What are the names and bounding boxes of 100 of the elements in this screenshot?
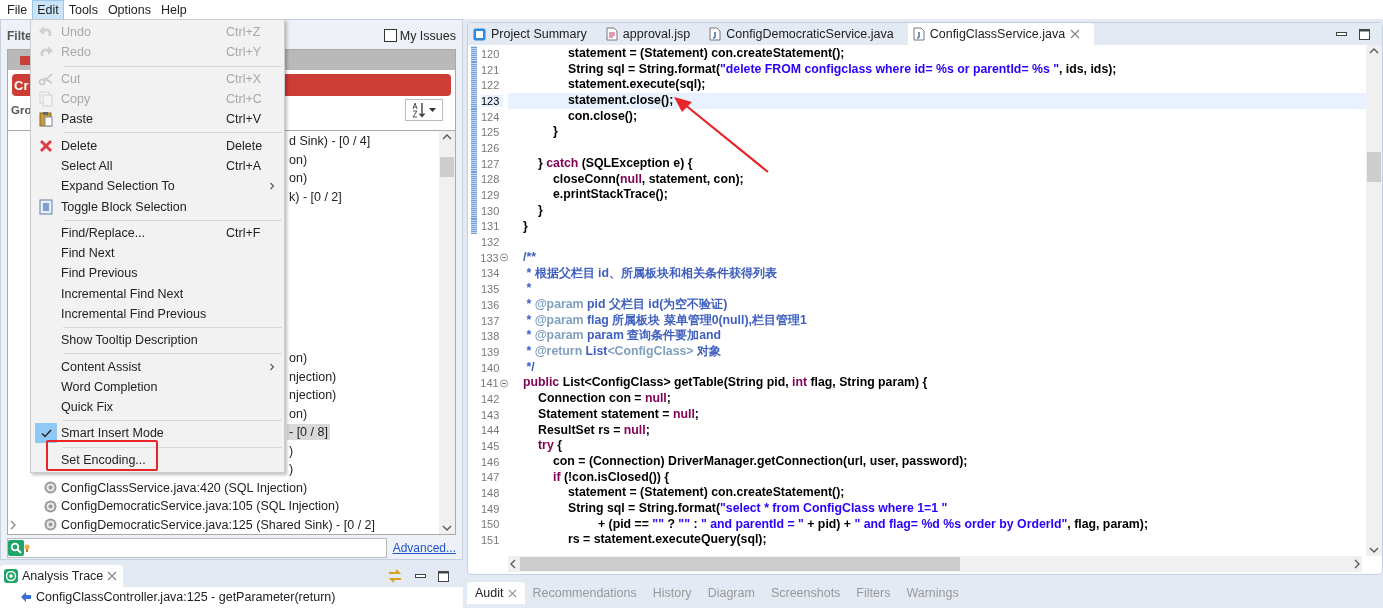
menu-item[interactable]: Show Tooltip Description	[31, 330, 284, 351]
code-line: public List<ConfigClass> getTable(String pid, int flag, String param) {	[523, 375, 929, 392]
line-number: 147	[481, 471, 501, 484]
line-number: 148	[481, 487, 501, 500]
maximize-icon[interactable]	[1359, 28, 1370, 40]
block-selection-icon	[38, 198, 54, 215]
issue-row[interactable]: - [0 / 8]	[287, 424, 330, 441]
line-number: 122	[481, 79, 501, 92]
trace-row[interactable]: ConfigClassController.java:125 - getParameter(return)	[36, 590, 336, 604]
copy-icon	[38, 91, 54, 108]
issue-row[interactable]: njection)	[287, 387, 339, 404]
menu-item[interactable]: Select All Ctrl+A	[31, 155, 284, 177]
java-file-icon	[709, 27, 722, 41]
menu-item[interactable]: Find/Replace... Ctrl+F	[31, 222, 284, 243]
line-number: 141	[480, 377, 500, 390]
issue-row[interactable]: on)	[287, 405, 310, 422]
scrollbar[interactable]	[439, 131, 455, 534]
issue-row[interactable]: on)	[287, 151, 310, 168]
code-line: * 根据父栏目 id、所属板块和相关条件获得列表	[525, 265, 778, 282]
collapse-icon[interactable]	[499, 253, 508, 263]
menu-item[interactable]: Find Next	[31, 242, 284, 264]
line-number: 125	[481, 126, 501, 139]
code-line: String sql = String.format("select * from ConfigClass where 1=1 "	[567, 500, 949, 517]
sort-icon	[412, 102, 426, 118]
scroll-left-icon[interactable]	[508, 559, 518, 569]
issue-row[interactable]: njection)	[287, 368, 339, 385]
scroll-thumb[interactable]	[520, 557, 960, 571]
analysis-trace-tab[interactable]: Analysis Trace	[0, 565, 124, 587]
line-number: 127	[481, 157, 501, 170]
code-line: + (pid == "" ? "" : " and parentId = " + pid) + " and flag= %d %s order by OrderId", flag, param);	[597, 516, 1149, 533]
search-field[interactable]	[7, 538, 387, 558]
code-line: e.printStackTrace();	[552, 187, 669, 203]
sort-button[interactable]	[405, 99, 443, 121]
issue-row[interactable]: on)	[287, 350, 310, 367]
line-number: 133	[480, 251, 500, 264]
menu-item[interactable]: Paste Ctrl+V	[31, 109, 284, 130]
scroll-thumb[interactable]	[440, 157, 454, 177]
collapse-icon[interactable]	[499, 378, 508, 388]
issue-row[interactable]: k) - [0 / 2]	[287, 188, 344, 205]
line-number: 126	[481, 141, 501, 154]
menu-item[interactable]: Quick Fix	[31, 397, 284, 418]
issue-row[interactable]: )	[287, 442, 296, 459]
line-number: 150	[481, 518, 501, 531]
issue-row[interactable]: d Sink) - [0 / 4]	[287, 133, 373, 150]
issue-row[interactable]: ConfigClassService.java:420 (SQL Injection)	[42, 479, 310, 496]
close-icon[interactable]	[107, 571, 118, 581]
menu-title[interactable]: Options	[102, 0, 156, 20]
minimize-icon[interactable]	[415, 574, 426, 578]
menu-item[interactable]: Expand Selection To	[31, 176, 284, 197]
menu-title[interactable]: File	[2, 0, 33, 20]
code-line: * @return List<ConfigClass> 对象	[525, 344, 722, 360]
java-file-icon	[912, 27, 925, 41]
menu-item[interactable]: Toggle Block Selection	[31, 196, 284, 217]
menu-item[interactable]: Delete Delete	[31, 135, 284, 156]
line-number: 145	[481, 440, 501, 453]
issue-row[interactable]: ConfigDemocraticService.java:125 (Shared Sink) - [0 / 2]	[42, 516, 378, 533]
line-number: 121	[481, 63, 501, 76]
menu-title[interactable]: Help	[156, 0, 192, 20]
close-icon[interactable]	[1070, 29, 1081, 39]
code-line: /**	[523, 249, 537, 266]
issue-row[interactable]: )	[287, 461, 296, 478]
menu-item[interactable]: Content Assist	[31, 356, 284, 377]
code-line: * @param flag 所属板块 菜单管理0(null),栏目管理1	[525, 312, 808, 329]
menu-item[interactable]: Word Completion	[31, 376, 284, 398]
maximize-icon[interactable]	[438, 570, 449, 582]
line-number: 140	[481, 361, 501, 374]
minimize-icon[interactable]	[1336, 32, 1347, 36]
scrollbar[interactable]	[1366, 45, 1382, 556]
close-icon[interactable]	[507, 588, 517, 598]
issue-row[interactable]: ConfigDemocraticService.java:105 (SQL Injection)	[42, 498, 342, 515]
code-line: }	[537, 202, 544, 219]
my-issues-checkbox[interactable]	[383, 29, 397, 42]
menu-title[interactable]: Edit	[32, 0, 64, 20]
dropdown-caret-icon	[429, 108, 436, 112]
view-tab[interactable]: Audit	[467, 582, 525, 604]
line-number: 137	[481, 314, 501, 327]
scrollbar[interactable]	[508, 556, 1362, 572]
menu-item[interactable]: Find Previous	[31, 263, 284, 284]
editor-tab[interactable]: ConfigDemocraticService.java	[704, 23, 908, 45]
issue-row[interactable]: on)	[287, 170, 310, 187]
line-number: 124	[481, 110, 501, 123]
scroll-thumb[interactable]	[1367, 152, 1381, 182]
scissors-icon	[38, 70, 54, 87]
menu-item[interactable]: Smart Insert Mode	[31, 423, 284, 444]
editor-tab[interactable]: approval.jsp	[600, 23, 705, 45]
menu-item[interactable]: Set Encoding...	[31, 449, 284, 470]
code-line: * @param param 查询条件要加and	[525, 328, 723, 345]
menu-title[interactable]: Tools	[63, 0, 103, 20]
advanced-link[interactable]: Advanced...	[392, 541, 456, 555]
target-icon	[44, 481, 57, 495]
editor-tab[interactable]: ConfigClassService.java	[907, 23, 1095, 45]
code-line: }	[552, 124, 559, 141]
menu-item[interactable]: Incremental Find Next	[31, 283, 284, 304]
filter-label: Filte	[7, 28, 32, 43]
scroll-right-icon[interactable]	[1352, 559, 1362, 569]
line-number: 130	[481, 204, 501, 217]
clipboard-icon	[38, 111, 54, 128]
line-number: 144	[481, 424, 501, 437]
menu-item[interactable]: Incremental Find Previous	[31, 303, 284, 325]
editor-tab[interactable]: Project Summary	[468, 23, 601, 45]
